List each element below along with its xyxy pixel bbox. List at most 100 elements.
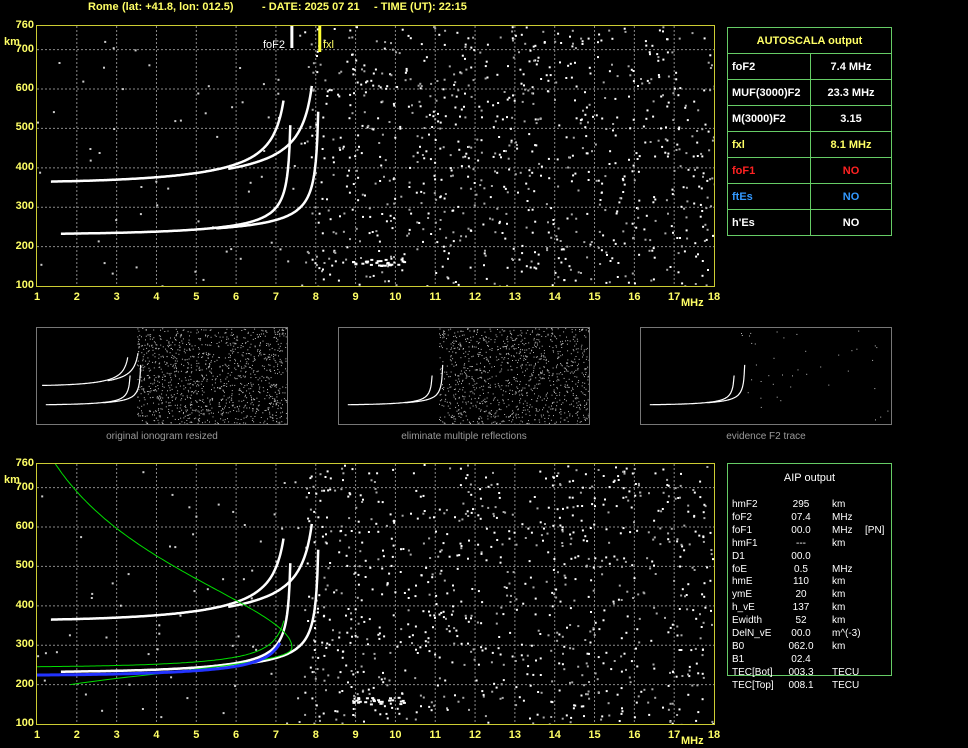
noise-dot bbox=[565, 714, 568, 717]
noise-dot bbox=[312, 62, 315, 65]
thumbnail-noise-dot bbox=[482, 403, 484, 405]
thumbnail-noise-dot bbox=[501, 385, 503, 387]
thumbnail-noise-dot bbox=[485, 371, 486, 373]
noise-dot bbox=[600, 191, 603, 194]
thumbnail-noise-dot bbox=[573, 336, 575, 338]
thumbnail-noise-dot bbox=[572, 388, 574, 390]
autoscala-row-value: 3.15 bbox=[810, 105, 892, 132]
noise-dot bbox=[584, 473, 587, 476]
aip-row: D1 00.0 bbox=[732, 551, 912, 563]
noise-dot bbox=[427, 637, 430, 640]
thumbnail-noise-dot bbox=[162, 355, 164, 357]
thumbnail-noise-dot bbox=[560, 355, 562, 357]
x-tick-label: 4 bbox=[153, 729, 160, 741]
noise-dot bbox=[315, 264, 318, 267]
noise-dot bbox=[443, 579, 446, 582]
thumbnail-noise-dot bbox=[214, 361, 216, 363]
noise-dot bbox=[477, 663, 480, 666]
noise-dot bbox=[475, 193, 478, 196]
noise-dot bbox=[344, 464, 346, 467]
thumbnail-noise-dot bbox=[259, 386, 261, 388]
thumbnail-noise-dot bbox=[501, 329, 503, 331]
thumbnail-noise-dot bbox=[491, 349, 493, 351]
noise-dot bbox=[409, 78, 412, 81]
noise-dot bbox=[601, 573, 604, 576]
noise-dot bbox=[409, 166, 412, 169]
noise-dot bbox=[170, 676, 173, 679]
thumbnail-noise-dot bbox=[169, 345, 171, 346]
thumbnail-noise-dot bbox=[577, 367, 579, 369]
thumbnail-noise-dot bbox=[203, 329, 205, 331]
thumbnail-noise-dot bbox=[489, 377, 491, 379]
thumbnail-noise-dot bbox=[272, 406, 274, 408]
thumbnail-noise-dot bbox=[552, 347, 554, 349]
thumbnail-noise-dot bbox=[557, 328, 559, 330]
noise-dot bbox=[375, 522, 378, 525]
noise-dot bbox=[354, 571, 357, 574]
noise-dot bbox=[548, 614, 551, 617]
thumbnail-noise-dot bbox=[274, 391, 276, 393]
thumbnail-noise-dot bbox=[159, 362, 161, 364]
thumbnail-noise-dot bbox=[176, 407, 178, 409]
noise-dot bbox=[381, 501, 384, 504]
thumbnail-noise-dot bbox=[559, 412, 561, 414]
noise-dot bbox=[694, 242, 697, 245]
noise-dot bbox=[709, 178, 711, 181]
thumbnail-noise-dot bbox=[481, 417, 483, 419]
noise-dot bbox=[399, 571, 402, 573]
thumbnail-noise-dot bbox=[536, 409, 538, 411]
noise-dot bbox=[563, 668, 566, 671]
thumbnail-noise-dot bbox=[245, 394, 246, 396]
thumbnail-noise-dot bbox=[174, 360, 176, 362]
noise-dot bbox=[321, 148, 324, 150]
thumbnail-noise-dot bbox=[190, 394, 192, 396]
noise-dot bbox=[508, 144, 511, 147]
thumbnail-noise-dot bbox=[251, 420, 253, 421]
thumbnail-noise-dot bbox=[167, 417, 169, 419]
thumbnail-noise-dot bbox=[160, 356, 162, 358]
noise-dot bbox=[317, 656, 320, 659]
noise-dot bbox=[591, 485, 594, 488]
noise-dot bbox=[354, 263, 358, 266]
x-tick-label: 5 bbox=[193, 729, 200, 741]
thumbnail-noise-dot bbox=[198, 347, 200, 349]
thumbnail-noise-dot bbox=[248, 358, 250, 360]
thumbnail-noise-dot bbox=[268, 397, 270, 399]
thumbnail-noise-dot bbox=[235, 369, 237, 371]
noise-dot bbox=[637, 695, 640, 698]
thumbnail-noise-dot bbox=[176, 392, 178, 394]
x-tick-label: 13 bbox=[508, 729, 521, 741]
noise-dot bbox=[463, 663, 466, 666]
thumbnail-noise-dot bbox=[182, 338, 184, 340]
thumbnail-noise-dot bbox=[519, 390, 520, 392]
thumbnail-noise-dot bbox=[277, 363, 279, 365]
thumbnail-noise-dot bbox=[211, 407, 213, 409]
noise-dot bbox=[342, 261, 345, 264]
thumbnail-noise-dot bbox=[158, 376, 160, 378]
thumbnail-noise-dot bbox=[181, 363, 182, 365]
noise-dot bbox=[557, 571, 559, 574]
thumbnail-noise-dot bbox=[569, 413, 571, 415]
thumbnail-noise-dot bbox=[180, 335, 182, 337]
thumbnail-noise-dot bbox=[476, 401, 478, 403]
thumbnail-noise-dot bbox=[272, 414, 274, 416]
noise-dot bbox=[592, 589, 595, 592]
noise-dot bbox=[608, 714, 611, 717]
thumbnail-noise-dot bbox=[231, 371, 233, 373]
noise-dot bbox=[363, 620, 366, 623]
thumbnail-noise-dot bbox=[555, 408, 557, 410]
thumbnail-noise-dot bbox=[259, 422, 261, 424]
thumbnail-noise-dot bbox=[144, 377, 145, 379]
noise-dot bbox=[55, 651, 58, 654]
thumbnail-noise-dot bbox=[506, 339, 508, 340]
thumbnail-noise-dot bbox=[277, 331, 279, 333]
noise-dot bbox=[286, 722, 289, 724]
noise-dot bbox=[429, 158, 432, 161]
noise-dot bbox=[686, 200, 689, 203]
thumbnail-noise-dot bbox=[564, 386, 566, 388]
noise-dot bbox=[422, 512, 425, 515]
thumbnail-noise-dot bbox=[277, 373, 278, 375]
noise-dot bbox=[475, 679, 478, 682]
thumbnail-noise-dot bbox=[565, 381, 567, 383]
thumbnail-noise-dot bbox=[219, 405, 221, 407]
